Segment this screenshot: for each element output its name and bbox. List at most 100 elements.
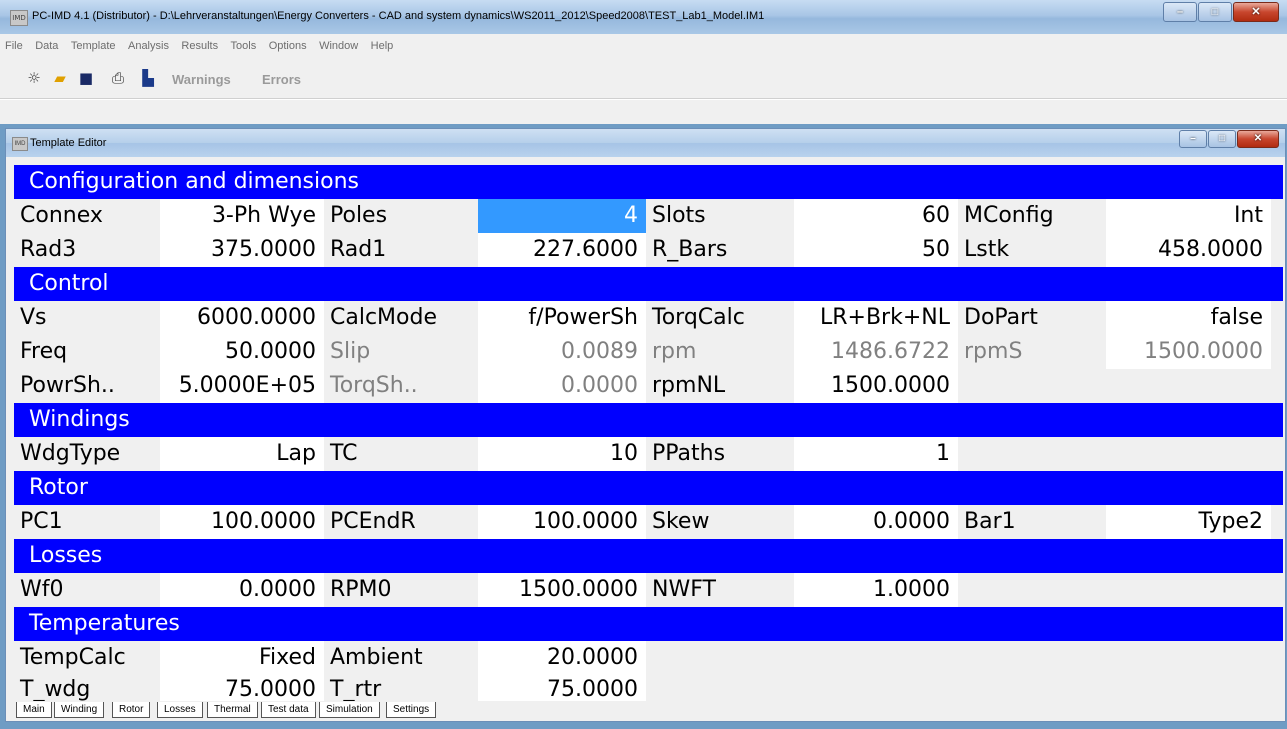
param-value[interactable]: 75.0000 [160, 675, 324, 701]
param-value[interactable]: Fixed [160, 641, 324, 675]
open-folder-icon[interactable]: ▰ [52, 70, 68, 86]
section-title: Windings [29, 407, 130, 432]
window-controls: – □ ✕ [1162, 2, 1279, 22]
param-value[interactable]: 0.0000 [794, 505, 958, 539]
param-value-selected[interactable]: 4 [478, 199, 646, 233]
param-value[interactable]: 3-Ph Wye [160, 199, 324, 233]
param-value[interactable]: 50 [794, 233, 958, 267]
tab-thermal[interactable]: Thermal [207, 702, 258, 718]
editor-minimize-button[interactable]: – [1179, 130, 1207, 148]
menu-analysis[interactable]: Analysis [123, 34, 172, 52]
param-label-readonly: rpmS [958, 335, 1106, 369]
param-value[interactable]: 1500.0000 [794, 369, 958, 403]
sheet-tabs: Main Winding Rotor Losses Thermal Test d… [14, 701, 1283, 719]
param-label: MConfig [958, 199, 1106, 233]
tab-settings[interactable]: Settings [386, 702, 437, 718]
param-label: Rad3 [14, 233, 160, 267]
section-header-control: Control [14, 267, 1283, 301]
menu-data[interactable]: Data [30, 34, 61, 52]
param-value[interactable]: 0.0000 [160, 573, 324, 607]
param-label: Connex [14, 199, 160, 233]
close-button[interactable]: ✕ [1233, 2, 1279, 22]
param-label: Bar1 [958, 505, 1106, 539]
param-label: Ambient [324, 641, 478, 675]
param-value[interactable]: 6000.0000 [160, 301, 324, 335]
param-value[interactable]: 20.0000 [478, 641, 646, 675]
param-label: PPaths [646, 437, 794, 471]
param-value[interactable]: 100.0000 [478, 505, 646, 539]
param-value[interactable]: 60 [794, 199, 958, 233]
errors-button[interactable]: Errors [262, 72, 301, 87]
empty-cell [958, 369, 1106, 403]
param-label: TorqCalc [646, 301, 794, 335]
tab-main[interactable]: Main [16, 702, 52, 718]
template-editor-titlebar: IMD Template Editor – □ ✕ [6, 129, 1285, 157]
maximize-button[interactable]: □ [1198, 2, 1232, 22]
param-label: PCEndR [324, 505, 478, 539]
param-label: CalcMode [324, 301, 478, 335]
param-value[interactable]: 458.0000 [1106, 233, 1271, 267]
app-title: PC-IMD 4.1 (Distributor) - D:\Lehrverans… [32, 10, 765, 22]
menu-template[interactable]: Template [66, 34, 119, 52]
param-label: TC [324, 437, 478, 471]
editor-maximize-button[interactable]: □ [1208, 130, 1236, 148]
menu-results[interactable]: Results [176, 34, 221, 52]
empty-cell [1106, 573, 1271, 607]
param-label: T_wdg [14, 675, 160, 701]
param-label-readonly: rpm [646, 335, 794, 369]
param-label: T_rtr [324, 675, 478, 701]
param-value[interactable]: Type2 [1106, 505, 1271, 539]
param-value[interactable]: false [1106, 301, 1271, 335]
menu-window[interactable]: Window [314, 34, 361, 52]
param-value[interactable]: 50.0000 [160, 335, 324, 369]
new-icon[interactable]: ☼ [26, 70, 42, 86]
param-label: DoPart [958, 301, 1106, 335]
param-value[interactable]: 75.0000 [478, 675, 646, 701]
param-label: WdgType [14, 437, 160, 471]
param-label: PowrSh.. [14, 369, 160, 403]
param-label: Poles [324, 199, 478, 233]
param-label: TempCalc [14, 641, 160, 675]
minimize-button[interactable]: – [1163, 2, 1197, 22]
menu-options[interactable]: Options [264, 34, 310, 52]
param-value[interactable]: 100.0000 [160, 505, 324, 539]
param-value[interactable]: 1.0000 [794, 573, 958, 607]
print-icon[interactable]: ⎙ [110, 70, 126, 86]
empty-cell [1106, 437, 1271, 471]
empty-cell [1106, 369, 1271, 403]
save-icon[interactable]: ■ [78, 70, 94, 86]
param-label: rpmNL [646, 369, 794, 403]
param-value[interactable]: 1500.0000 [478, 573, 646, 607]
parameter-grid: Configuration and dimensions Connex 3-Ph… [14, 165, 1283, 701]
grid-row: PowrSh.. 5.0000E+05 TorqSh.. 0.0000 rpmN… [14, 369, 1283, 403]
editor-close-button[interactable]: ✕ [1237, 130, 1279, 148]
tab-winding[interactable]: Winding [54, 702, 105, 718]
param-value[interactable]: 375.0000 [160, 233, 324, 267]
param-value[interactable]: Int [1106, 199, 1271, 233]
grid-row: T_wdg 75.0000 T_rtr 75.0000 [14, 675, 1283, 701]
menu-file[interactable]: File [0, 34, 26, 52]
param-label: Vs [14, 301, 160, 335]
param-value[interactable]: 227.6000 [478, 233, 646, 267]
section-title: Losses [29, 543, 103, 568]
param-value[interactable]: 5.0000E+05 [160, 369, 324, 403]
param-value-readonly: 1500.0000 [1106, 335, 1271, 369]
menu-tools[interactable]: Tools [226, 34, 260, 52]
param-value[interactable]: f/PowerSh [478, 301, 646, 335]
tab-rotor[interactable]: Rotor [112, 702, 151, 718]
chart-icon[interactable]: ▙ [140, 70, 156, 86]
param-label-readonly: TorqSh.. [324, 369, 478, 403]
menu-bar: File Data Template Analysis Results Tool… [0, 34, 1287, 56]
tab-simulation[interactable]: Simulation [319, 702, 380, 718]
param-value[interactable]: 10 [478, 437, 646, 471]
param-label: PC1 [14, 505, 160, 539]
tab-test-data[interactable]: Test data [261, 702, 316, 718]
section-title: Rotor [29, 475, 88, 500]
tab-losses[interactable]: Losses [157, 702, 203, 718]
grid-row: TempCalc Fixed Ambient 20.0000 [14, 641, 1283, 675]
param-value[interactable]: LR+Brk+NL [794, 301, 958, 335]
menu-help[interactable]: Help [366, 34, 397, 52]
param-value[interactable]: Lap [160, 437, 324, 471]
warnings-button[interactable]: Warnings [172, 72, 231, 87]
param-value[interactable]: 1 [794, 437, 958, 471]
